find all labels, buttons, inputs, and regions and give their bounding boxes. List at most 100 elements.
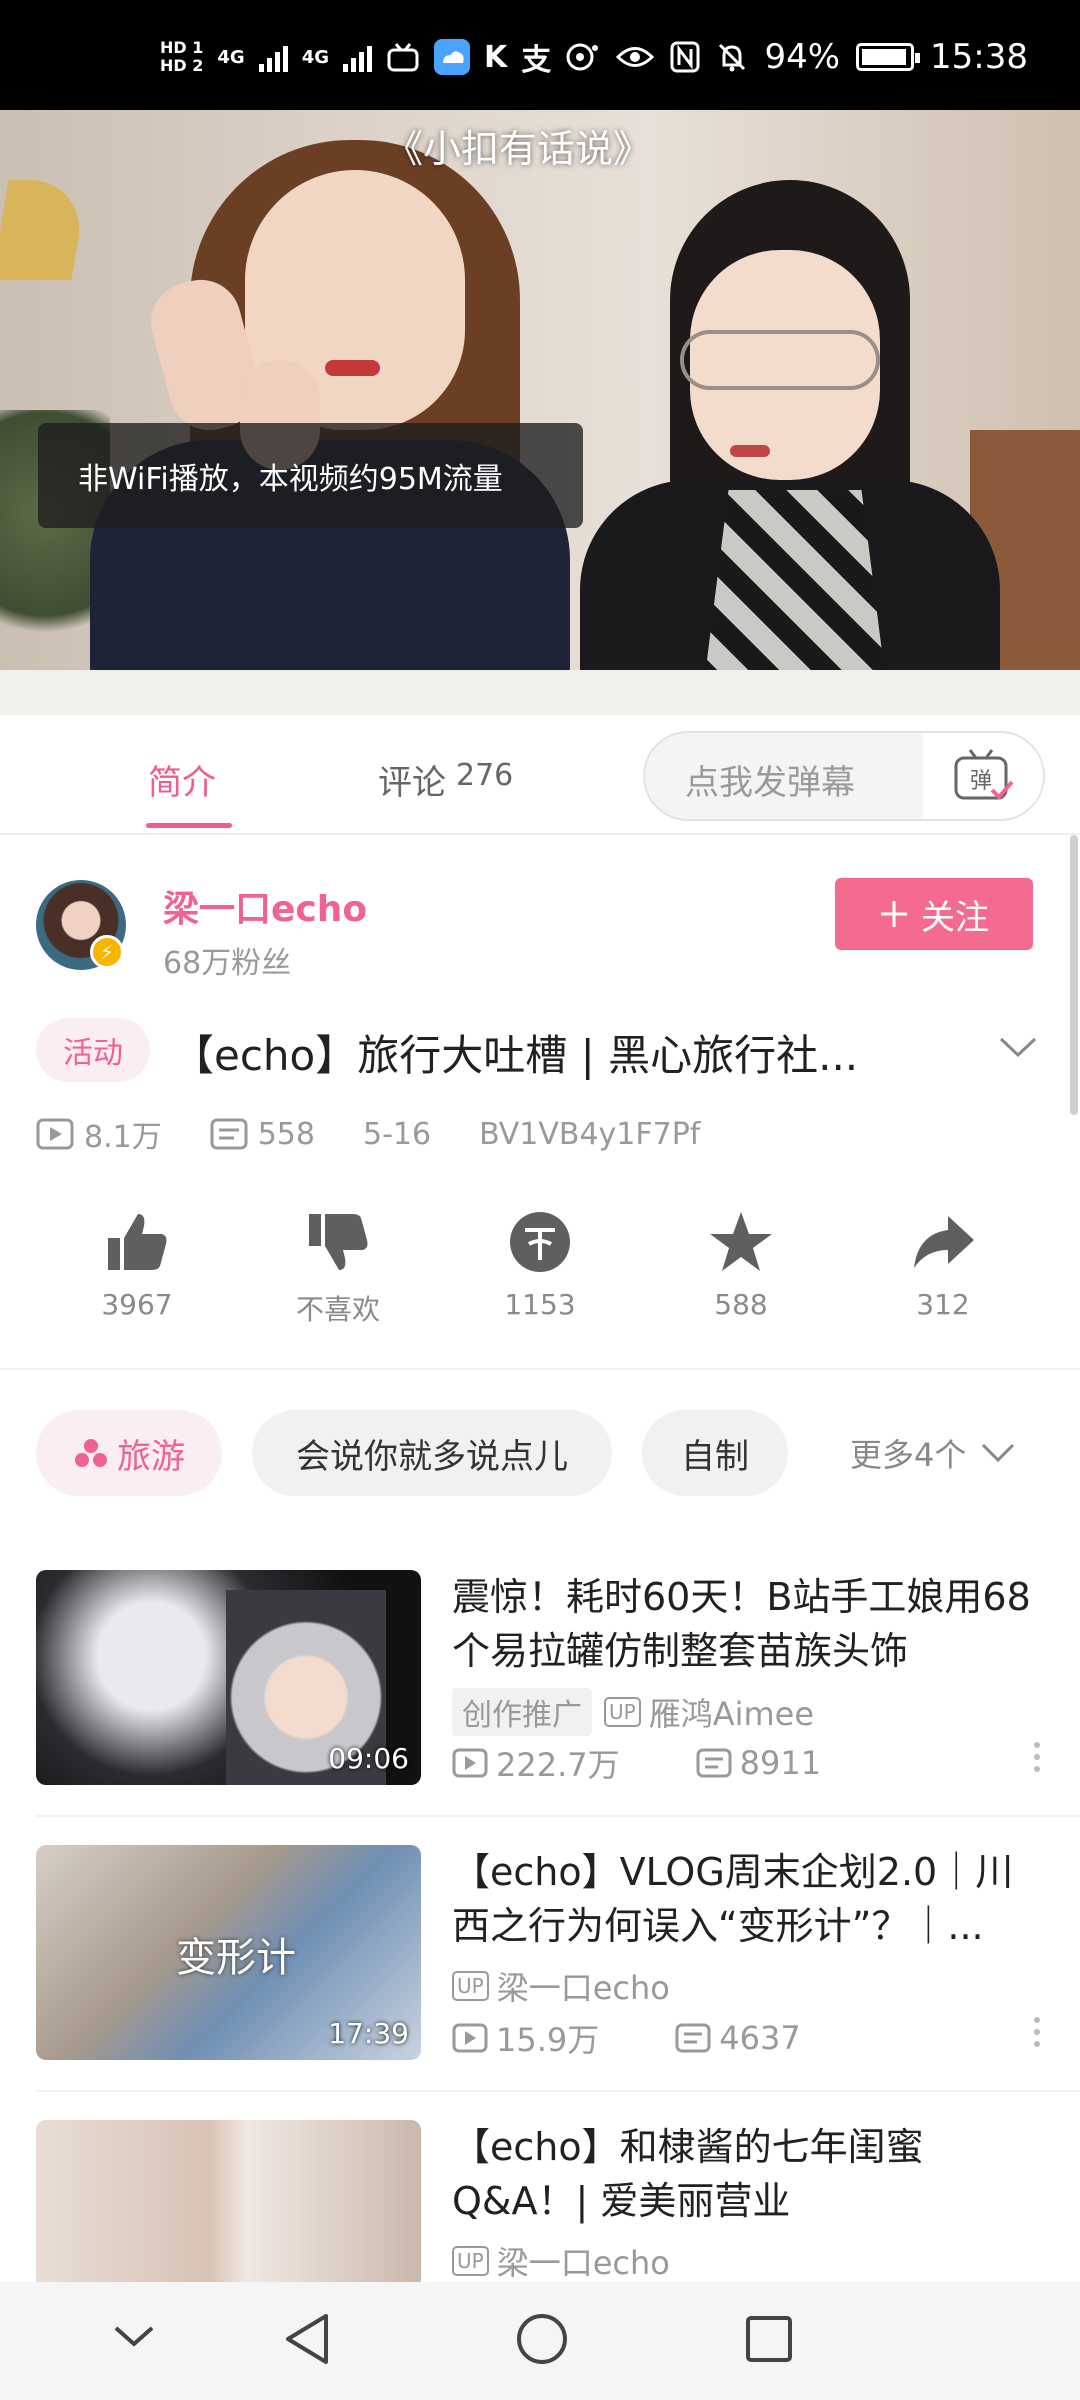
data-usage-toast: 非WiFi播放，本视频约95M流量: [38, 423, 583, 528]
up-tag-icon: UP: [452, 2246, 489, 2276]
collapse-chevron-icon[interactable]: [112, 2322, 156, 2352]
hd1-text: HD 1: [160, 38, 204, 57]
tag-chip-travel[interactable]: 旅游: [36, 1410, 222, 1496]
tag-chip-travel-label: 旅游: [117, 1436, 185, 1477]
video-caption: 《小扣有话说》: [385, 127, 652, 171]
video-thumbnail[interactable]: 09:06: [36, 1570, 421, 1785]
up-tag-icon: UP: [604, 1697, 641, 1727]
tab-intro[interactable]: 简介: [148, 755, 216, 804]
recommended-video[interactable]: 【echo】和棣酱的七年闺蜜Q&A！| 爱美丽营业 UP 梁一口echo: [0, 2120, 1080, 2282]
play-count-icon: [452, 1748, 488, 1778]
detail-tabs: 简介 评论 276 点我发弹幕 弹: [0, 715, 1080, 833]
video-stats: 8.1万 558 5-16 BV1VB4y1F7Pf: [36, 1112, 700, 1156]
battery-percent: 94%: [764, 37, 841, 77]
tv-app-icon: [387, 43, 419, 72]
view-count: 222.7万: [496, 1746, 620, 1784]
share-button[interactable]: 312: [873, 1210, 1013, 1321]
promo-tag: 创作推广: [452, 1688, 592, 1736]
like-button[interactable]: 3967: [67, 1210, 207, 1321]
danmaku-count: 8911: [739, 1744, 822, 1782]
home-nav-icon[interactable]: [515, 2312, 569, 2366]
danmaku-count: 4637: [719, 2019, 801, 2057]
video-title[interactable]: 【echo】和棣酱的七年闺蜜Q&A！| 爱美丽营业: [452, 2120, 1042, 2228]
action-divider: [0, 1368, 1080, 1370]
more-options-icon[interactable]: [1032, 1742, 1042, 1772]
publish-date: 5-16: [362, 1116, 432, 1152]
signal-icon-2: [343, 42, 372, 72]
uploader-fans: 68万粉丝: [163, 946, 292, 981]
clock: 15:38: [930, 37, 1028, 77]
video-person-2-lips: [730, 445, 770, 457]
favorite-button[interactable]: 588: [671, 1210, 811, 1321]
k-app-icon: K: [484, 39, 508, 75]
danmu-icon-text: 弹: [970, 769, 992, 794]
star-icon: [710, 1212, 772, 1271]
plus-icon: [881, 901, 907, 927]
action-bar: 3967 不喜欢 1153 588 312: [0, 1210, 1080, 1340]
video-person-1-lips: [325, 360, 380, 376]
more-tags-button[interactable]: 更多4个: [850, 1430, 1016, 1476]
video-counts: 222.7万 8911: [452, 1740, 821, 1786]
video-title[interactable]: 【echo】VLOG周末企划2.0｜川西之行为何误入“变形计”？｜...: [452, 1845, 1042, 1953]
favorite-count: 588: [714, 1288, 768, 1321]
dislike-label: 不喜欢: [295, 1293, 380, 1326]
status-right: 94% 15:38: [616, 32, 1028, 82]
recommended-video[interactable]: 变形计 17:39 【echo】VLOG周末企划2.0｜川西之行为何误入“变形计…: [0, 1845, 1080, 2120]
tag-chip-original[interactable]: 自制: [642, 1410, 788, 1496]
play-count-icon: [452, 2023, 488, 2053]
list-divider: [36, 2090, 1080, 2092]
tab-comments-label: 评论: [378, 763, 446, 803]
back-nav-icon[interactable]: [282, 2312, 332, 2366]
tab-comments[interactable]: 评论 276: [378, 755, 513, 804]
recents-nav-icon[interactable]: [744, 2314, 794, 2364]
tag-chip-talk[interactable]: 会说你就多说点儿: [252, 1410, 612, 1496]
danmu-icon: 弹: [954, 749, 1014, 800]
more-options-icon[interactable]: [1032, 2017, 1042, 2047]
view-count: 15.9万: [496, 2021, 600, 2059]
signal-icon-1: [258, 42, 288, 72]
verified-badge-icon: ⚡: [90, 935, 124, 969]
dislike-button[interactable]: 不喜欢: [268, 1210, 408, 1328]
coin-count: 1153: [504, 1288, 576, 1321]
thumb-up-icon: [108, 1214, 167, 1270]
video-title[interactable]: 【echo】旅行大吐槽 | 黑心旅行社...: [172, 1022, 858, 1083]
cloud-app-icon: [434, 39, 470, 75]
video-uploader: 梁一口echo: [496, 1969, 670, 2007]
video-person-2-glasses: [680, 330, 880, 390]
hd-indicator: HD 1 HD 2: [160, 39, 203, 75]
video-counts: 15.9万 4637: [452, 2015, 801, 2061]
video-meta: UP 梁一口echo: [452, 1963, 670, 2009]
danmu-input-box[interactable]: 点我发弹幕 弹: [643, 731, 1045, 821]
status-left: HD 1 HD 2 4G 4G K 支: [160, 32, 599, 82]
status-bar: HD 1 HD 2 4G 4G K 支 94% 15:38: [0, 0, 1080, 110]
bv-id: BV1VB4y1F7Pf: [479, 1116, 701, 1152]
coin-button[interactable]: 1153: [470, 1210, 610, 1321]
network-type-1: 4G: [217, 46, 245, 68]
danmaku-count: 558: [257, 1116, 315, 1152]
thumb-down-icon: [309, 1214, 368, 1270]
scrollbar[interactable]: [1070, 835, 1078, 1115]
recommended-video[interactable]: 09:06 震惊！耗时60天！B站手工娘用68个易拉罐仿制整套苗族头饰 创作推广…: [0, 1570, 1080, 1845]
video-meta: UP 梁一口echo: [452, 2238, 670, 2282]
danmu-input[interactable]: 点我发弹幕: [685, 755, 855, 804]
follow-button[interactable]: 关注: [835, 878, 1033, 950]
video-thumbnail[interactable]: 变形计 17:39: [36, 1845, 421, 2060]
danmaku-count-icon: [696, 1748, 732, 1778]
danmaku-count-icon: [675, 2023, 711, 2053]
activity-tag[interactable]: 活动: [36, 1018, 150, 1082]
coin-icon: [510, 1212, 570, 1272]
system-nav-bar: [0, 2282, 1080, 2400]
danmu-toggle-button[interactable]: 弹: [923, 733, 1043, 819]
uploader-name[interactable]: 梁一口echo: [163, 880, 367, 932]
video-uploader: 梁一口echo: [496, 2244, 670, 2282]
expand-chevron-icon[interactable]: [998, 1035, 1038, 1059]
tab-intro-indicator: [146, 823, 232, 828]
share-icon: [914, 1216, 974, 1268]
video-title[interactable]: 震惊！耗时60天！B站手工娘用68个易拉罐仿制整套苗族头饰: [452, 1570, 1042, 1678]
battery-icon: [856, 43, 921, 71]
share-count: 312: [916, 1288, 970, 1321]
video-player[interactable]: 《小扣有话说》 非WiFi播放，本视频约95M流量: [0, 110, 1080, 715]
video-thumbnail[interactable]: [36, 2120, 421, 2282]
follow-label: 关注: [921, 897, 989, 938]
video-meta: 创作推广 UP 雁鸿Aimee: [452, 1688, 814, 1736]
